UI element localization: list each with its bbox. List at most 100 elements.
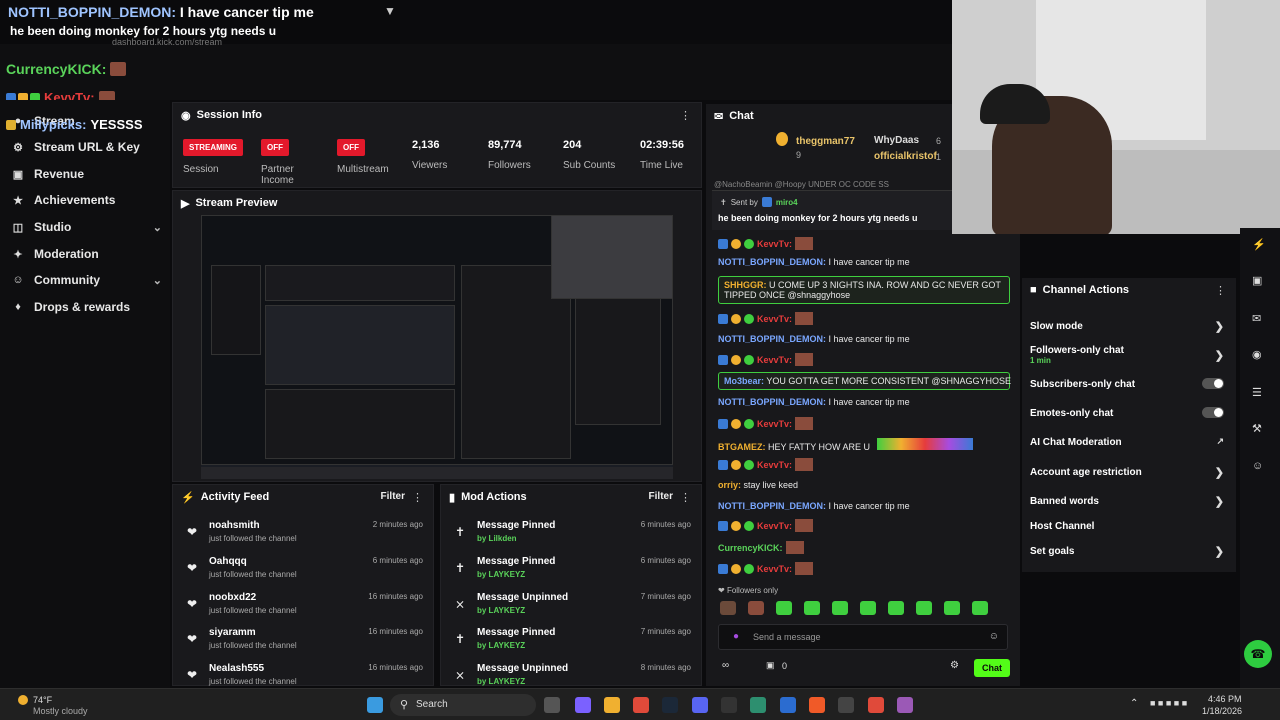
taskbar-search[interactable]: ⚲ Search — [390, 694, 536, 716]
windows-start-icon[interactable] — [367, 697, 383, 713]
emote[interactable] — [860, 601, 876, 615]
item-sub: just followed the channel — [209, 534, 297, 543]
chevron-up-icon[interactable]: ⌃ — [1130, 698, 1138, 709]
chevron-right-icon: ❯ — [1214, 321, 1224, 333]
app-icon[interactable] — [897, 697, 913, 713]
chevron-down-icon: ⌄ — [152, 221, 162, 234]
sidebar-item-label: Studio — [34, 220, 72, 234]
chat-username: SHHGGR: — [724, 280, 767, 290]
more-options-icon[interactable]: ⋮ — [1215, 284, 1226, 297]
leader-num: 6 — [936, 136, 942, 146]
chrome-icon[interactable] — [868, 697, 884, 713]
task-view-icon[interactable] — [544, 697, 560, 713]
key-icon: ⚙ — [13, 141, 23, 154]
emote[interactable] — [748, 601, 764, 615]
action-host-channel[interactable]: Host Channel — [1030, 521, 1228, 532]
action-account-age[interactable]: Account age restriction ❯ — [1030, 467, 1228, 479]
filter-button[interactable]: Filter — [381, 491, 405, 502]
action-ai-moderation[interactable]: AI Chat Moderation ↗ — [1030, 436, 1228, 448]
sidebar-item-revenue[interactable]: ▣ Revenue — [12, 167, 162, 181]
emote[interactable] — [804, 601, 820, 615]
avatar — [110, 62, 127, 76]
gift-icon[interactable]: ▣ — [766, 660, 775, 671]
overlay-chat-1: CurrencyKICK: — [6, 61, 127, 77]
action-subscribers-only[interactable]: Subscribers-only chat — [1030, 378, 1228, 390]
action-label: Emotes-only chat — [1030, 408, 1114, 419]
community-icon[interactable]: ☺ — [1252, 460, 1263, 472]
app-icon[interactable] — [838, 697, 854, 713]
gear-icon[interactable]: ⚙ — [950, 660, 959, 671]
page-icon[interactable]: ▣ — [1252, 274, 1262, 287]
item-name: Nealash555 — [209, 663, 265, 674]
gift-icon: ♦ — [15, 301, 21, 313]
followers-stat: 89,774 Followers — [488, 139, 531, 171]
action-label: AI Chat Moderation — [1030, 437, 1122, 448]
sidebar-item-label: Drops & rewards — [34, 300, 131, 314]
stat-value: 204 — [563, 139, 582, 151]
action-slow-mode[interactable]: Slow mode ❯ — [1030, 321, 1228, 333]
copilot-icon[interactable] — [575, 697, 591, 713]
more-options-icon[interactable]: ⋮ — [680, 491, 691, 504]
emote — [795, 458, 814, 471]
emote[interactable] — [916, 601, 932, 615]
chrome-icon[interactable] — [633, 697, 649, 713]
filter-button[interactable]: Filter — [649, 491, 673, 502]
pin-icon: ✝ — [455, 525, 466, 539]
tray-icons[interactable]: ■ ■ ■ ■ ■ — [1150, 698, 1187, 708]
item-time: 7 minutes ago — [640, 627, 691, 636]
brave-icon[interactable] — [809, 697, 825, 713]
action-set-goals[interactable]: Set goals ❯ — [1030, 546, 1228, 558]
app-icon[interactable] — [750, 697, 766, 713]
wrench-icon[interactable]: ⚒ — [1252, 422, 1262, 435]
app-icon[interactable] — [780, 697, 796, 713]
list-icon[interactable]: ☰ — [1252, 386, 1262, 399]
support-icon[interactable]: ☎ — [1244, 640, 1272, 668]
item-sub: by LAYKEYZ — [477, 606, 526, 615]
action-emotes-only[interactable]: Emotes-only chat — [1030, 407, 1228, 419]
badge-icon — [744, 563, 754, 574]
toggle-switch[interactable] — [1202, 407, 1224, 418]
chat-icon[interactable]: ✉ — [1252, 312, 1261, 325]
badge-icon — [744, 354, 754, 365]
sidebar-item-moderation[interactable]: ✦ Moderation — [12, 247, 162, 261]
emote[interactable] — [720, 601, 736, 615]
sidebar-item-studio[interactable]: ◫ Studio ⌄ — [12, 220, 162, 234]
emote[interactable] — [776, 601, 792, 615]
lightning-icon[interactable]: ⚡ — [1252, 238, 1266, 251]
heart-icon: ❤ — [187, 597, 198, 611]
obs-icon[interactable] — [721, 697, 737, 713]
infinity-icon[interactable]: ∞ — [722, 660, 729, 671]
action-banned-words[interactable]: Banned words ❯ — [1030, 496, 1228, 508]
emote[interactable] — [972, 601, 988, 615]
chat-input[interactable]: ● Send a message ☺ — [718, 624, 1008, 650]
file-explorer-icon[interactable] — [604, 697, 620, 713]
emote[interactable] — [832, 601, 848, 615]
sidebar-item-achievements[interactable]: ★ Achievements — [12, 193, 162, 207]
chat-message-highlighted: Mo3bear: YOU GOTTA GET MORE CONSISTENT @… — [718, 372, 1011, 390]
stream-preview-video[interactable] — [201, 215, 673, 479]
more-options-icon[interactable]: ⋮ — [680, 109, 691, 122]
panel-title: Mod Actions — [461, 491, 527, 503]
steam-icon[interactable] — [662, 697, 678, 713]
list-item: ❤ noahsmith just followed the channel 2 … — [183, 517, 423, 551]
toggle-switch[interactable] — [1202, 378, 1224, 389]
broadcast-icon[interactable]: ◉ — [1252, 348, 1262, 361]
badge-icon — [718, 313, 728, 324]
emoji-icon[interactable]: ☺ — [989, 631, 999, 642]
emote[interactable] — [888, 601, 904, 615]
more-options-icon[interactable]: ⋮ — [412, 491, 423, 504]
sidebar-item-community[interactable]: ☺ Community ⌄ — [12, 273, 162, 287]
sidebar-item-label: Moderation — [34, 247, 99, 261]
discord-icon[interactable] — [692, 697, 708, 713]
action-followers-only[interactable]: Followers-only chat 1 min ❯ — [1030, 345, 1228, 365]
sidebar-item-stream-url[interactable]: ⚙ Stream URL & Key — [12, 140, 162, 154]
emote[interactable] — [944, 601, 960, 615]
heart-icon: ❤ — [187, 668, 198, 682]
chat-text: stay live keed — [743, 480, 799, 490]
chat-username: KevvTv: — [757, 459, 793, 470]
mic-icon[interactable]: ● — [733, 631, 739, 642]
sidebar-item-drops[interactable]: ♦ Drops & rewards — [12, 300, 162, 314]
send-chat-button[interactable]: Chat — [974, 659, 1010, 677]
emote — [795, 353, 814, 366]
chat-placeholder: Send a message — [753, 632, 821, 642]
